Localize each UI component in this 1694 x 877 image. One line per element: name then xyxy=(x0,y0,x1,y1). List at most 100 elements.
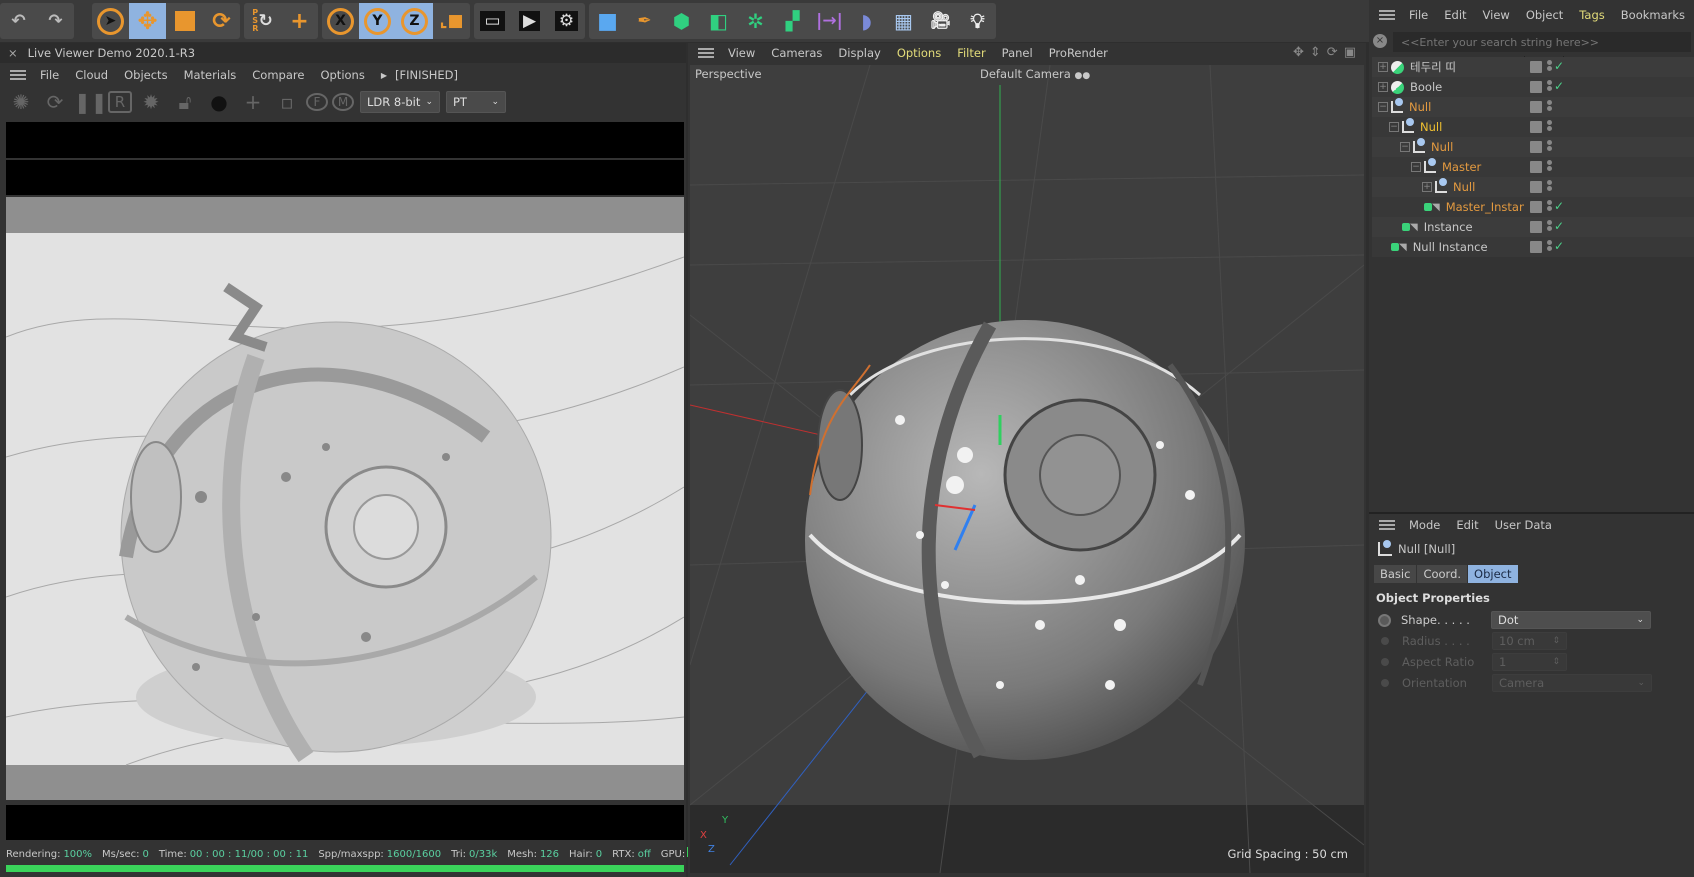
camera-label[interactable]: Default Camera ●● xyxy=(980,67,1090,81)
visibility-dots-icon[interactable] xyxy=(1547,139,1552,152)
collapse-icon[interactable]: − xyxy=(1411,162,1421,172)
collapse-icon[interactable]: − xyxy=(1378,102,1388,112)
pan-icon[interactable]: ✥ xyxy=(1293,45,1304,60)
mograph-button[interactable]: ▞ xyxy=(774,3,811,39)
viewport-menu-options[interactable]: Options xyxy=(889,46,949,60)
viewport-menu-display[interactable]: Display xyxy=(830,46,888,60)
focus-pick-icon[interactable]: F xyxy=(306,93,328,111)
tab-coord[interactable]: Coord. xyxy=(1417,565,1468,583)
attr-menu-user-data[interactable]: User Data xyxy=(1487,518,1560,532)
close-icon[interactable]: × xyxy=(8,46,18,60)
enabled-check-icon[interactable]: ✓ xyxy=(1554,79,1564,93)
orbit-icon[interactable]: ⟳ xyxy=(1327,45,1338,60)
layer-tag-icon[interactable] xyxy=(1530,181,1542,193)
extrude-button[interactable]: ◧ xyxy=(700,3,737,39)
om-menu-bookmarks[interactable]: Bookmarks xyxy=(1613,8,1693,22)
om-menu-object[interactable]: Object xyxy=(1518,8,1571,22)
enabled-check-icon[interactable]: ✓ xyxy=(1554,59,1564,73)
pause-icon[interactable]: ❚❚ xyxy=(74,90,108,114)
visibility-dots-icon[interactable] xyxy=(1547,159,1552,172)
coordinate-system-button[interactable]: ⌞■ xyxy=(433,3,470,39)
restart-icon[interactable]: ⟳ xyxy=(40,90,70,114)
menu-cloud[interactable]: Cloud xyxy=(67,68,116,82)
material-ball-icon[interactable]: ● xyxy=(204,90,234,114)
animate-radio[interactable] xyxy=(1381,658,1389,666)
x-axis-lock-button[interactable]: X xyxy=(322,3,359,39)
move-button[interactable]: ✥ xyxy=(129,3,166,39)
layer-tag-icon[interactable] xyxy=(1530,161,1542,173)
layer-tag-icon[interactable] xyxy=(1530,201,1542,213)
visibility-dots-icon[interactable] xyxy=(1547,219,1552,232)
hamburger-menu-icon[interactable] xyxy=(1379,520,1395,530)
light-button[interactable]: 💡︎ xyxy=(959,3,996,39)
floor-button[interactable]: ▦ xyxy=(885,3,922,39)
om-menu-view[interactable]: View xyxy=(1475,8,1518,22)
viewport-menu-filter[interactable]: Filter xyxy=(949,46,993,60)
attr-menu-mode[interactable]: Mode xyxy=(1401,518,1448,532)
prop-select[interactable]: Camera ⌄ xyxy=(1492,674,1652,692)
prop-number[interactable]: 10 cm ⇕ xyxy=(1492,632,1567,650)
om-menu-edit[interactable]: Edit xyxy=(1436,8,1474,22)
animate-radio[interactable] xyxy=(1381,679,1389,687)
visibility-dots-icon[interactable] xyxy=(1547,239,1552,252)
object-row[interactable]: − Null xyxy=(1372,97,1526,117)
material-pick-icon[interactable]: M xyxy=(332,93,354,111)
settings-icon[interactable]: ✹ xyxy=(136,90,166,114)
y-axis-lock-button[interactable]: Y xyxy=(359,3,396,39)
maximize-icon[interactable]: ▣ xyxy=(1344,45,1356,60)
layer-tag-icon[interactable] xyxy=(1530,141,1542,153)
clear-search-icon[interactable]: × xyxy=(1373,34,1387,48)
camera-button[interactable]: 🎥︎ xyxy=(922,3,959,39)
visibility-dots-icon[interactable] xyxy=(1547,59,1552,72)
om-menu-tags[interactable]: Tags xyxy=(1571,8,1612,22)
om-menu-file[interactable]: File xyxy=(1401,8,1436,22)
enabled-check-icon[interactable]: ✓ xyxy=(1554,199,1564,213)
undo-button[interactable]: ↶ xyxy=(0,3,37,39)
expand-icon[interactable]: + xyxy=(1378,82,1388,92)
z-axis-lock-button[interactable]: Z xyxy=(396,3,433,39)
object-row[interactable]: + Null xyxy=(1372,177,1526,197)
cube-button[interactable]: ■ xyxy=(589,3,626,39)
viewport-menu-prorender[interactable]: ProRender xyxy=(1041,46,1116,60)
hamburger-menu-icon[interactable] xyxy=(698,48,714,58)
menu-options[interactable]: Options xyxy=(312,68,372,82)
layer-tag-icon[interactable] xyxy=(1530,221,1542,233)
visibility-dots-icon[interactable] xyxy=(1547,179,1552,192)
menu-compare[interactable]: Compare xyxy=(244,68,312,82)
layer-tag-icon[interactable] xyxy=(1530,101,1542,113)
scale-button[interactable] xyxy=(166,3,203,39)
pen-button[interactable]: ✒ xyxy=(626,3,663,39)
layer-icon[interactable]: ▫ xyxy=(272,90,302,114)
object-row[interactable]: + 테두리 띠 xyxy=(1372,57,1526,77)
attr-menu-edit[interactable]: Edit xyxy=(1448,518,1486,532)
psr-reset-button[interactable]: P S R ↻ xyxy=(244,3,281,39)
layer-tag-icon[interactable] xyxy=(1530,121,1542,133)
object-row[interactable]: ◥ Instance xyxy=(1372,217,1526,237)
object-row[interactable]: − Null xyxy=(1372,117,1526,137)
prop-number[interactable]: 1 ⇕ xyxy=(1492,653,1567,671)
hamburger-menu-icon[interactable] xyxy=(10,70,26,80)
viewport-menu-cameras[interactable]: Cameras xyxy=(763,46,830,60)
viewport-menu-panel[interactable]: Panel xyxy=(994,46,1041,60)
render-settings-button[interactable]: ⚙ xyxy=(548,3,585,39)
viewport-3d[interactable]: Perspective Default Camera ●● Y X Z Grid… xyxy=(690,65,1364,873)
tab-basic[interactable]: Basic xyxy=(1374,565,1417,583)
redo-button[interactable]: ↷ xyxy=(37,3,74,39)
visibility-dots-icon[interactable] xyxy=(1547,79,1552,92)
layer-tag-icon[interactable] xyxy=(1530,61,1542,73)
buffer-select[interactable]: LDR 8-bit ⌄ xyxy=(360,91,440,113)
expand-icon[interactable]: + xyxy=(1422,182,1432,192)
object-row[interactable]: ◥ Master_Instance xyxy=(1372,197,1540,217)
viewport-menu-view[interactable]: View xyxy=(720,46,763,60)
enabled-check-icon[interactable]: ✓ xyxy=(1554,219,1564,233)
collapse-icon[interactable]: − xyxy=(1389,122,1399,132)
prop-select[interactable]: Dot ⌄ xyxy=(1491,611,1651,629)
octane-icon[interactable]: ✺ xyxy=(6,90,36,114)
object-row[interactable]: − Null xyxy=(1372,137,1526,157)
animate-radio[interactable] xyxy=(1381,637,1389,645)
visibility-dots-icon[interactable] xyxy=(1547,99,1552,112)
deformer-button[interactable]: |→| xyxy=(811,3,848,39)
add-layer-icon[interactable]: + xyxy=(238,90,268,114)
move-axis-button[interactable]: + xyxy=(281,3,318,39)
menu-file[interactable]: File xyxy=(32,68,67,82)
